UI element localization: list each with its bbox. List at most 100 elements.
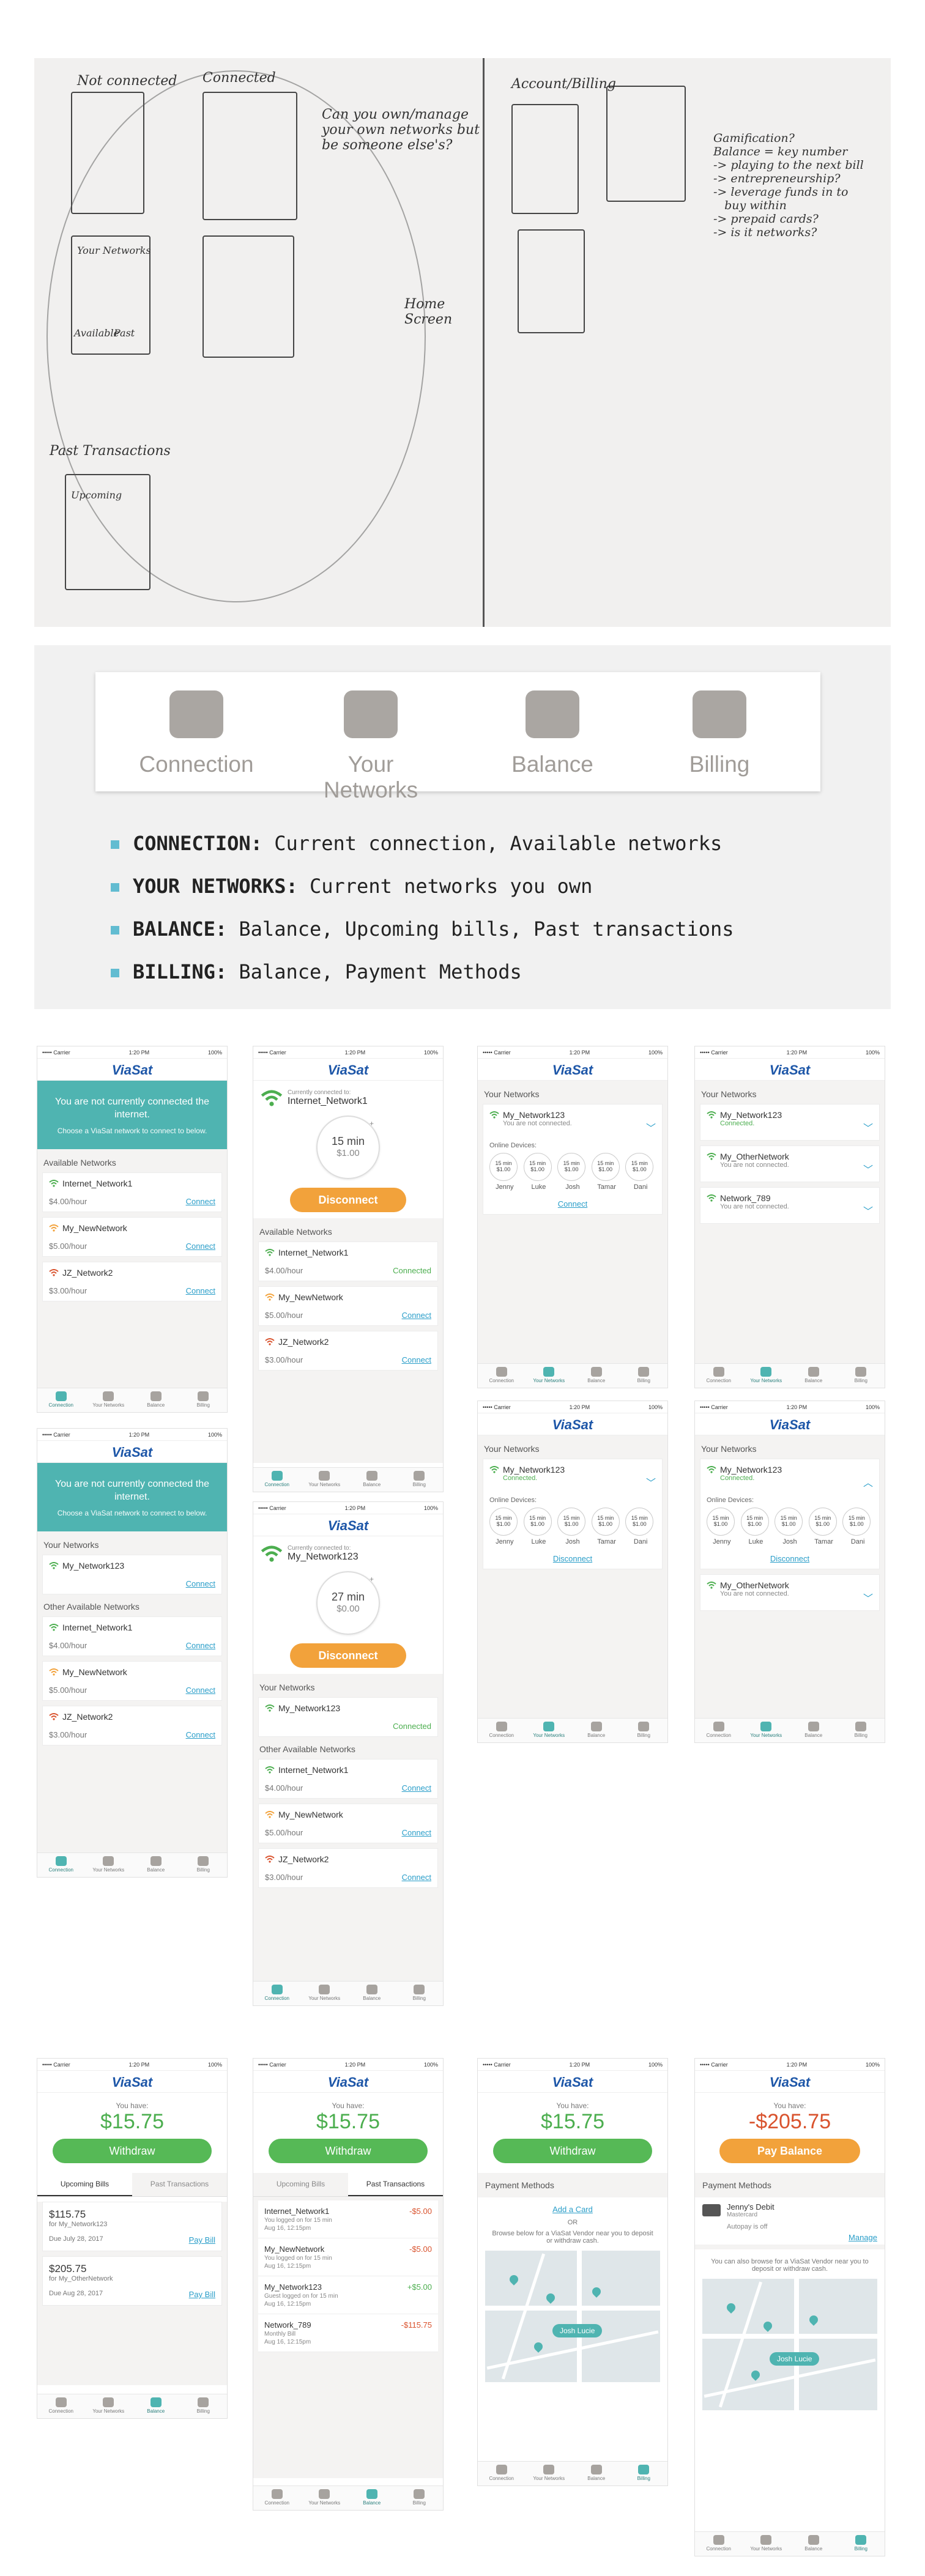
tab-connection[interactable]: Connection bbox=[253, 1982, 301, 2005]
tab-balance[interactable]: Balance bbox=[790, 1364, 838, 1388]
withdraw-button[interactable]: Withdraw bbox=[269, 2139, 428, 2163]
map-pin-icon[interactable] bbox=[808, 2314, 820, 2326]
tab-connection[interactable]: Connection bbox=[37, 2394, 85, 2418]
tab-balance[interactable]: Balance bbox=[348, 2486, 396, 2510]
network-card[interactable]: Internet_Network1 $4.00/hour Connect bbox=[42, 1172, 222, 1212]
disconnect-link[interactable]: Disconnect bbox=[770, 1554, 809, 1563]
map-pin-icon[interactable] bbox=[532, 2341, 544, 2353]
tab-billing[interactable]: Billing bbox=[838, 2532, 885, 2556]
connect-link[interactable]: Connect bbox=[186, 1730, 215, 1739]
tab-balance[interactable]: Balance bbox=[573, 2462, 620, 2485]
tab-balance[interactable]: Balance bbox=[132, 2394, 180, 2418]
device-item[interactable]: 15 min $1.00 Jenny bbox=[707, 1508, 737, 1545]
tab-your-networks[interactable]: Your Networks bbox=[743, 1364, 790, 1388]
owned-network-card[interactable]: My_OtherNetwork You are not connected. ﹀ bbox=[700, 1574, 880, 1611]
tab-upcoming-bills[interactable]: Upcoming Bills bbox=[37, 2173, 132, 2196]
tab-billing[interactable]: Billing bbox=[838, 1364, 885, 1388]
network-card[interactable]: My_NewNetwork $5.00/hour Connect bbox=[258, 1804, 438, 1843]
tab-billing[interactable]: Billing bbox=[180, 1388, 228, 1412]
network-card[interactable]: My_NewNetwork $5.00/hour Connect bbox=[42, 1661, 222, 1701]
tab-your-networks[interactable]: Your Networks bbox=[85, 1853, 133, 1877]
map-pin-icon[interactable] bbox=[508, 2273, 520, 2285]
connect-link[interactable]: Connect bbox=[402, 1311, 431, 1320]
tab-your-networks[interactable]: Your Networks bbox=[743, 2532, 790, 2556]
device-item[interactable]: 15 min $1.00 Jenny bbox=[489, 1508, 520, 1545]
device-item[interactable]: 15 min $1.00 Tamar bbox=[808, 1508, 839, 1545]
network-card[interactable]: My_Network123 Connected bbox=[258, 1697, 438, 1737]
tab-your-networks[interactable]: Your Networks bbox=[301, 2486, 349, 2510]
device-item[interactable]: 15 min $1.00 Luke bbox=[523, 1153, 554, 1191]
tab-connection[interactable]: Connection bbox=[478, 2462, 526, 2485]
payment-method-card[interactable]: Jenny's Debit Mastercard bbox=[695, 2197, 885, 2223]
withdraw-button[interactable]: Withdraw bbox=[493, 2139, 652, 2163]
disconnect-button[interactable]: Disconnect bbox=[290, 1188, 406, 1212]
tab-billing[interactable]: Billing bbox=[180, 1853, 228, 1877]
connect-link[interactable]: Connect bbox=[186, 1641, 215, 1650]
tab-billing[interactable]: Billing bbox=[396, 2486, 444, 2510]
tab-billing[interactable]: Billing bbox=[838, 1719, 885, 1742]
connect-link[interactable]: Connect bbox=[186, 1242, 215, 1251]
connect-link[interactable]: Connect bbox=[558, 1199, 587, 1208]
tab-balance[interactable]: Balance bbox=[573, 1719, 620, 1742]
network-card[interactable]: JZ_Network2 $3.00/hour Connect bbox=[258, 1848, 438, 1888]
tab-past-transactions[interactable]: Past Transactions bbox=[132, 2173, 227, 2196]
nav-item-balance[interactable]: Balance bbox=[482, 690, 623, 777]
device-item[interactable]: 15 min $1.00 Luke bbox=[740, 1508, 771, 1545]
tab-your-networks[interactable]: Your Networks bbox=[301, 1982, 349, 2005]
connect-link[interactable]: Connect bbox=[402, 1783, 431, 1793]
device-item[interactable]: 15 min $1.00 Dani bbox=[625, 1508, 656, 1545]
device-item[interactable]: 15 min $1.00 Josh bbox=[775, 1508, 805, 1545]
tab-connection[interactable]: Connection bbox=[478, 1364, 526, 1388]
chevron-down-icon[interactable]: ﹀ bbox=[646, 1120, 656, 1134]
network-card[interactable]: JZ_Network2 $3.00/hour Connect bbox=[42, 1262, 222, 1301]
tab-connection[interactable]: Connection bbox=[37, 1853, 85, 1877]
tab-billing[interactable]: Billing bbox=[620, 1364, 668, 1388]
device-item[interactable]: 15 min $1.00 Dani bbox=[625, 1153, 656, 1191]
tab-balance[interactable]: Balance bbox=[132, 1853, 180, 1877]
device-item[interactable]: 15 min $1.00 Dani bbox=[842, 1508, 873, 1545]
tab-connection[interactable]: Connection bbox=[695, 2532, 743, 2556]
device-item[interactable]: 15 min $1.00 Jenny bbox=[489, 1153, 520, 1191]
chevron-down-icon[interactable]: ﹀ bbox=[863, 1203, 873, 1218]
owned-network-card[interactable]: Network_789 You are not connected. ﹀ bbox=[700, 1187, 880, 1224]
connect-link[interactable]: Connect bbox=[186, 1286, 215, 1295]
tab-past-transactions[interactable]: Past Transactions bbox=[348, 2173, 443, 2196]
tab-connection[interactable]: Connection bbox=[695, 1719, 743, 1742]
device-item[interactable]: 15 min $1.00 Josh bbox=[557, 1153, 588, 1191]
pay-balance-button[interactable]: Pay Balance bbox=[719, 2139, 860, 2163]
network-card[interactable]: My_NewNetwork $5.00/hour Connect bbox=[42, 1217, 222, 1257]
owned-network-card[interactable]: My_Network123 Connected. ︿ Online Devices… bbox=[700, 1459, 880, 1569]
nav-item-your-networks[interactable]: Your Networks bbox=[300, 690, 441, 803]
tab-balance[interactable]: Balance bbox=[348, 1468, 396, 1492]
disconnect-button[interactable]: Disconnect bbox=[290, 1643, 406, 1668]
tab-balance[interactable]: Balance bbox=[790, 1719, 838, 1742]
network-card[interactable]: Internet_Network1 $4.00/hour Connect bbox=[42, 1616, 222, 1656]
network-card[interactable]: JZ_Network2 $3.00/hour Connect bbox=[258, 1331, 438, 1371]
vendor-map[interactable]: Josh Lucie bbox=[702, 2279, 877, 2410]
tab-billing[interactable]: Billing bbox=[620, 2462, 668, 2485]
map-pin-icon[interactable] bbox=[749, 2369, 762, 2381]
tab-your-networks[interactable]: Your Networks bbox=[526, 1719, 573, 1742]
tab-balance[interactable]: Balance bbox=[790, 2532, 838, 2556]
tab-upcoming-bills[interactable]: Upcoming Bills bbox=[253, 2173, 348, 2196]
nav-item-connection[interactable]: Connection bbox=[126, 690, 267, 777]
manage-link[interactable]: Manage bbox=[849, 2233, 877, 2242]
network-card[interactable]: JZ_Network2 $3.00/hour Connect bbox=[42, 1706, 222, 1745]
network-card[interactable]: My_NewNetwork $5.00/hour Connect bbox=[258, 1286, 438, 1326]
map-pin-icon[interactable] bbox=[725, 2301, 737, 2314]
tab-connection[interactable]: Connection bbox=[253, 1468, 301, 1492]
tab-billing[interactable]: Billing bbox=[396, 1982, 444, 2005]
chevron-down-icon[interactable]: ﹀ bbox=[646, 1475, 656, 1489]
disconnect-link[interactable]: Disconnect bbox=[553, 1554, 592, 1563]
pay-bill-link[interactable]: Pay Bill bbox=[189, 2290, 215, 2299]
network-card[interactable]: Internet_Network1 $4.00/hour Connect bbox=[258, 1759, 438, 1799]
vendor-pill[interactable]: Josh Lucie bbox=[770, 2352, 820, 2366]
map-pin-icon[interactable] bbox=[544, 2292, 557, 2304]
map-pin-icon[interactable] bbox=[590, 2285, 603, 2298]
tab-connection[interactable]: Connection bbox=[695, 1364, 743, 1388]
tab-balance[interactable]: Balance bbox=[348, 1982, 396, 2005]
device-item[interactable]: 15 min $1.00 Tamar bbox=[591, 1508, 622, 1545]
owned-network-card[interactable]: My_Network123 Connected. ﹀ Online Devices… bbox=[483, 1459, 663, 1569]
owned-network-card[interactable]: My_Network123 Connected. ﹀ bbox=[700, 1104, 880, 1141]
connect-link[interactable]: Connect bbox=[402, 1873, 431, 1882]
